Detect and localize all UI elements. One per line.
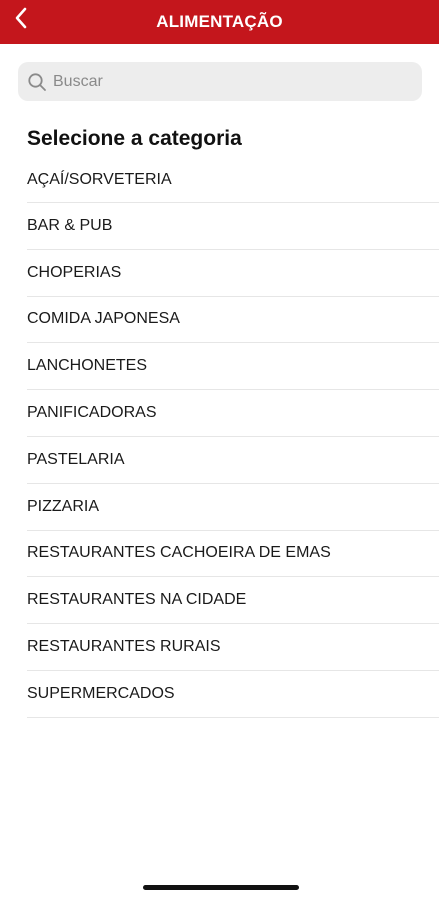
category-item-restaurantes-rurais[interactable]: RESTAURANTES RURAIS — [27, 624, 439, 671]
back-button[interactable] — [6, 0, 36, 40]
chevron-left-icon — [14, 6, 28, 35]
category-item-bar-pub[interactable]: BAR & PUB — [27, 203, 439, 250]
category-item-pastelaria[interactable]: PASTELARIA — [27, 437, 439, 484]
category-item-panificadoras[interactable]: PANIFICADORAS — [27, 390, 439, 437]
category-list: AÇAÍ/SORVETERIA BAR & PUB CHOPERIAS COMI… — [27, 157, 439, 718]
home-indicator[interactable] — [143, 885, 299, 890]
app-header: ALIMENTAÇÃO — [0, 0, 439, 44]
category-item-acai-sorveteria[interactable]: AÇAÍ/SORVETERIA — [27, 157, 439, 203]
category-item-lanchonetes[interactable]: LANCHONETES — [27, 343, 439, 391]
category-item-supermercados[interactable]: SUPERMERCADOS — [27, 671, 439, 718]
search-icon — [27, 72, 47, 92]
category-item-restaurantes-cachoeira-de-emas[interactable]: RESTAURANTES CACHOEIRA DE EMAS — [27, 531, 439, 578]
page-title: ALIMENTAÇÃO — [156, 12, 283, 31]
category-item-comida-japonesa[interactable]: COMIDA JAPONESA — [27, 297, 439, 344]
section-title: Selecione a categoria — [27, 127, 242, 150]
category-item-choperias[interactable]: CHOPERIAS — [27, 250, 439, 297]
category-item-pizzaria[interactable]: PIZZARIA — [27, 484, 439, 531]
search-input[interactable] — [51, 65, 395, 98]
category-item-restaurantes-na-cidade[interactable]: RESTAURANTES NA CIDADE — [27, 577, 439, 625]
search-bar[interactable] — [18, 62, 422, 101]
